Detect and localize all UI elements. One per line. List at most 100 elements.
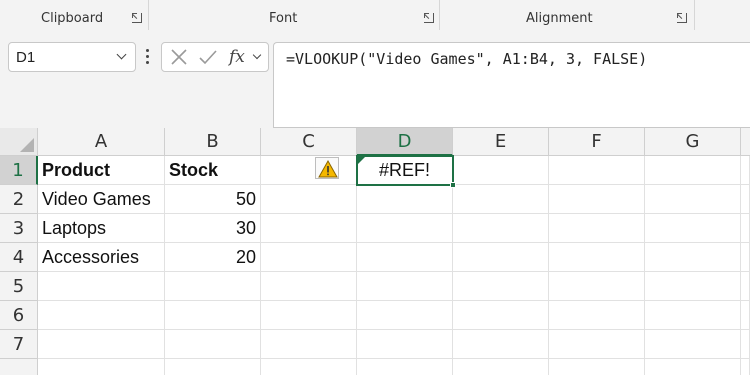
cell-e8[interactable] — [453, 359, 549, 375]
cell-c6[interactable] — [261, 301, 357, 330]
column-header-h[interactable] — [741, 128, 750, 156]
cell-c2[interactable] — [261, 185, 357, 214]
column-header-g[interactable]: G — [645, 128, 741, 156]
cell-c1[interactable] — [261, 156, 357, 185]
cell-f2[interactable] — [549, 185, 645, 214]
cell-g8[interactable] — [645, 359, 741, 375]
cell-h4[interactable] — [741, 243, 750, 272]
insert-function-button[interactable]: fx — [229, 47, 245, 67]
cell-d3[interactable] — [357, 214, 453, 243]
cell-c5[interactable] — [261, 272, 357, 301]
cell-b1[interactable]: Stock — [165, 156, 261, 185]
cell-b3[interactable]: 30 — [165, 214, 261, 243]
column-header-e[interactable]: E — [453, 128, 549, 156]
cell-b7[interactable] — [165, 330, 261, 359]
cell-a5[interactable] — [38, 272, 165, 301]
cell-f3[interactable] — [549, 214, 645, 243]
row-header-3[interactable]: 3 — [0, 214, 38, 243]
cancel-icon[interactable] — [170, 48, 188, 66]
font-dialog-launcher-icon[interactable] — [424, 13, 434, 23]
ribbon-separator — [694, 0, 695, 30]
cell-g1[interactable] — [645, 156, 741, 185]
cell-e5[interactable] — [453, 272, 549, 301]
ribbon-group-font: Font — [149, 0, 439, 36]
cell-g4[interactable] — [645, 243, 741, 272]
more-options-icon[interactable] — [146, 49, 150, 65]
warning-triangle-icon — [318, 159, 338, 178]
column-header-d[interactable]: D — [357, 128, 453, 156]
cell-b5[interactable] — [165, 272, 261, 301]
row-header-1[interactable]: 1 — [0, 156, 38, 185]
cell-e1[interactable] — [453, 156, 549, 185]
cell-a2[interactable]: Video Games — [38, 185, 165, 214]
cell-d7[interactable] — [357, 330, 453, 359]
cell-c7[interactable] — [261, 330, 357, 359]
cell-h7[interactable] — [741, 330, 750, 359]
ribbon-group-labels: Clipboard Font Alignment — [0, 0, 750, 36]
cell-h6[interactable] — [741, 301, 750, 330]
cell-e7[interactable] — [453, 330, 549, 359]
cell-e2[interactable] — [453, 185, 549, 214]
cell-h8[interactable] — [741, 359, 750, 375]
fill-handle[interactable] — [450, 182, 456, 188]
column-header-c[interactable]: C — [261, 128, 357, 156]
cell-h1[interactable] — [741, 156, 750, 185]
clipboard-dialog-launcher-icon[interactable] — [132, 13, 142, 23]
cell-f6[interactable] — [549, 301, 645, 330]
cell-g7[interactable] — [645, 330, 741, 359]
cell-d4[interactable] — [357, 243, 453, 272]
cell-a1[interactable]: Product — [38, 156, 165, 185]
column-header-f[interactable]: F — [549, 128, 645, 156]
cell-g3[interactable] — [645, 214, 741, 243]
check-icon[interactable] — [198, 48, 218, 66]
cell-d6[interactable] — [357, 301, 453, 330]
formula-input[interactable]: =VLOOKUP("Video Games", A1:B4, 3, FALSE) — [273, 42, 750, 128]
formula-bar: D1 fx =VLOOKUP("Video Games", A1:B4, 3, … — [0, 36, 750, 128]
name-box[interactable]: D1 — [8, 42, 136, 72]
row-header-6[interactable]: 6 — [0, 301, 38, 330]
cell-e4[interactable] — [453, 243, 549, 272]
cell-g2[interactable] — [645, 185, 741, 214]
chevron-down-icon[interactable] — [252, 50, 262, 60]
cell-a8[interactable] — [38, 359, 165, 375]
cell-c4[interactable] — [261, 243, 357, 272]
cell-g6[interactable] — [645, 301, 741, 330]
row-header-4[interactable]: 4 — [0, 243, 38, 272]
column-header-a[interactable]: A — [38, 128, 165, 156]
chevron-down-icon[interactable] — [116, 49, 127, 60]
alignment-dialog-launcher-icon[interactable] — [677, 13, 687, 23]
cell-f1[interactable] — [549, 156, 645, 185]
error-options-button[interactable] — [315, 157, 339, 179]
ribbon-group-clipboard: Clipboard — [0, 0, 148, 36]
cell-h3[interactable] — [741, 214, 750, 243]
cell-a7[interactable] — [38, 330, 165, 359]
row-header-2[interactable]: 2 — [0, 185, 38, 214]
cell-b4[interactable]: 20 — [165, 243, 261, 272]
row-header-5[interactable]: 5 — [0, 272, 38, 301]
cell-d5[interactable] — [357, 272, 453, 301]
cell-h2[interactable] — [741, 185, 750, 214]
cell-a4[interactable]: Accessories — [38, 243, 165, 272]
cell-b6[interactable] — [165, 301, 261, 330]
cell-h5[interactable] — [741, 272, 750, 301]
cell-e6[interactable] — [453, 301, 549, 330]
cell-f4[interactable] — [549, 243, 645, 272]
cell-f5[interactable] — [549, 272, 645, 301]
cell-d2[interactable] — [357, 185, 453, 214]
row-header-7[interactable]: 7 — [0, 330, 38, 359]
cell-a3[interactable]: Laptops — [38, 214, 165, 243]
select-all-button[interactable] — [0, 128, 38, 156]
cell-f8[interactable] — [549, 359, 645, 375]
cell-d8[interactable] — [357, 359, 453, 375]
cell-c8[interactable] — [261, 359, 357, 375]
cell-b8[interactable] — [165, 359, 261, 375]
cell-e3[interactable] — [453, 214, 549, 243]
cell-b2[interactable]: 50 — [165, 185, 261, 214]
column-header-b[interactable]: B — [165, 128, 261, 156]
cell-c3[interactable] — [261, 214, 357, 243]
cell-f7[interactable] — [549, 330, 645, 359]
cell-g5[interactable] — [645, 272, 741, 301]
cell-a6[interactable] — [38, 301, 165, 330]
font-group-label: Font — [269, 11, 298, 26]
row-header-8[interactable] — [0, 359, 38, 375]
